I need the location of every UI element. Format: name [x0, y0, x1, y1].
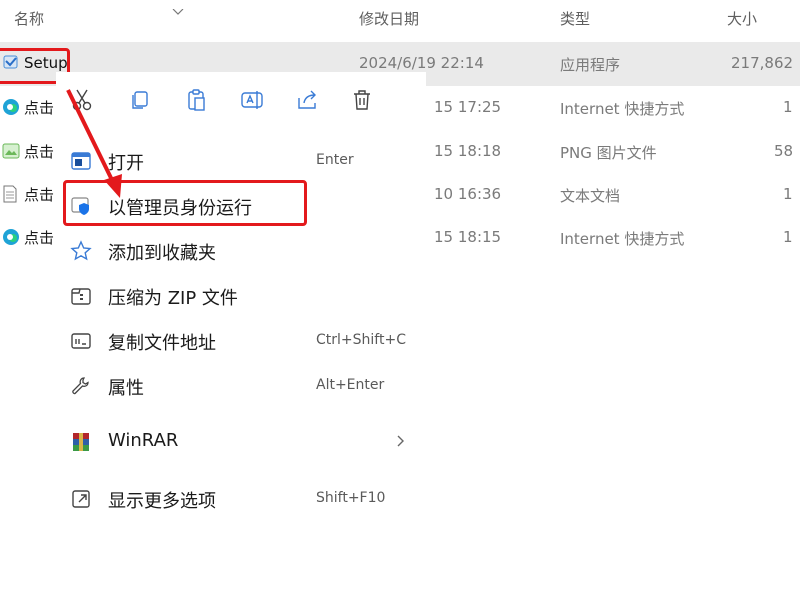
- annotation-arrow: [66, 89, 122, 198]
